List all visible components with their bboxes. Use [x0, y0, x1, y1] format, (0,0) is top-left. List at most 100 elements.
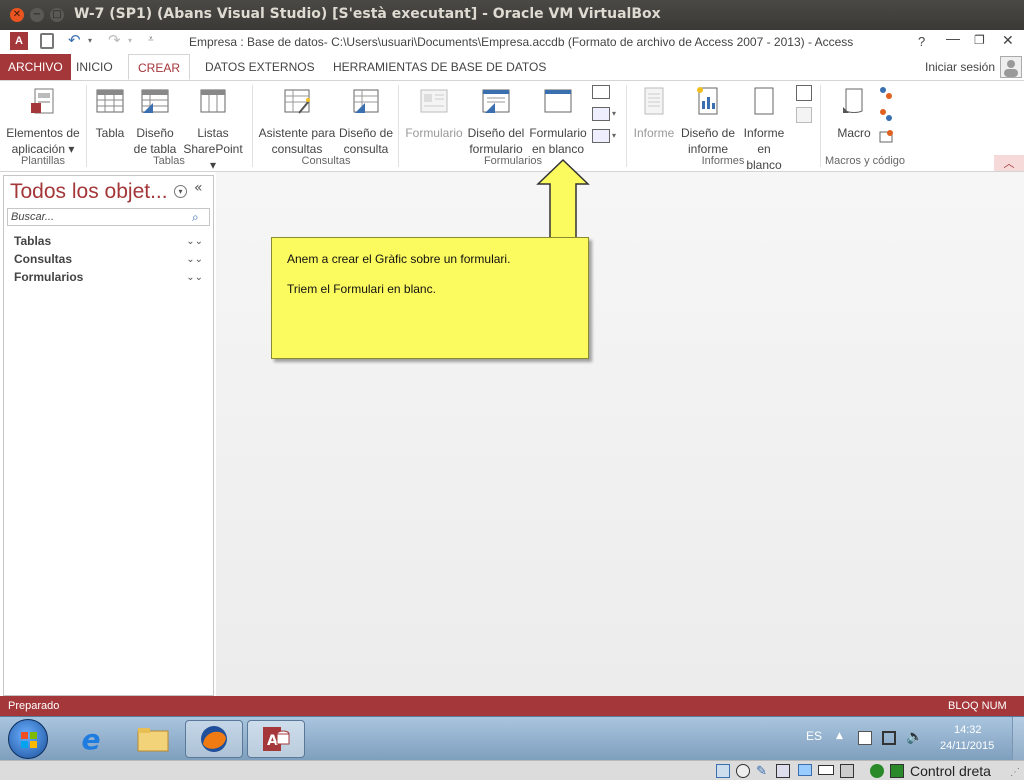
form-wizard-icon[interactable]	[592, 85, 610, 99]
nav-section-formularios[interactable]: Formularios	[14, 270, 83, 284]
recording-icon[interactable]	[840, 764, 854, 778]
taskbar-explorer[interactable]	[124, 720, 182, 758]
diseno-formulario-label: Diseño del formulario	[467, 126, 525, 156]
hard-disk-icon[interactable]	[716, 764, 730, 778]
save-icon[interactable]	[40, 33, 54, 49]
group-separator	[86, 85, 87, 167]
access-logo-icon: A	[10, 32, 28, 50]
group-plantillas: Plantillas	[20, 155, 66, 167]
group-separator	[252, 85, 253, 167]
diseno-consulta-button[interactable]: Diseño de consulta	[338, 83, 394, 157]
tab-archivo[interactable]: ARCHIVO	[0, 54, 71, 80]
visual-basic-icon[interactable]	[878, 129, 894, 145]
show-desktop-button[interactable]	[1012, 717, 1024, 761]
customize-qat-icon[interactable]: ⩡	[148, 34, 154, 45]
clock-time[interactable]: 14:32	[954, 724, 982, 736]
ribbon-tabs: ARCHIVO INICIO CREAR DATOS EXTERNOS HERR…	[0, 54, 1024, 80]
group-macros: Macros y código	[824, 155, 906, 167]
svg-text:A: A	[267, 733, 278, 749]
nav-section-tablas[interactable]: Tablas	[14, 234, 51, 248]
network-adapter-icon[interactable]	[776, 764, 790, 778]
elementos-aplicacion-label: Elementos de aplicación ▾	[6, 126, 80, 156]
more-forms-dropdown-icon[interactable]: ▾	[612, 131, 616, 140]
signin-link[interactable]: Iniciar sesión	[917, 54, 1003, 80]
language-indicator[interactable]: ES	[806, 729, 822, 743]
clock-date[interactable]: 24/11/2015	[940, 740, 994, 752]
nav-section-consultas[interactable]: Consultas	[14, 252, 72, 266]
resize-grip-icon[interactable]: ⋰	[1010, 767, 1020, 778]
search-icon[interactable]: ⌕	[192, 210, 199, 225]
expand-chevron-icon[interactable]: ⌄⌄	[186, 272, 203, 283]
show-hidden-icons-icon[interactable]: ▲	[836, 731, 843, 741]
mouse-integration-icon[interactable]	[890, 764, 904, 778]
nav-search-input[interactable]: Buscar...	[7, 208, 210, 226]
tab-crear[interactable]: CREAR	[128, 54, 190, 80]
quick-access-toolbar: A ↶ ▾ ↷ ▾ ⩡ Empresa : Base de datos- C:\…	[0, 30, 1024, 54]
table-design-icon	[141, 89, 169, 113]
labels-icon[interactable]	[796, 107, 812, 123]
undo-icon[interactable]: ↶	[68, 31, 81, 49]
close-window-button[interactable]: ✕	[10, 8, 24, 22]
volume-icon[interactable]: 🔈	[906, 729, 923, 745]
module-icon[interactable]	[878, 85, 894, 101]
navigation-icon[interactable]	[592, 107, 610, 121]
minimize-window-button[interactable]: −	[30, 8, 44, 22]
access-icon: A	[263, 727, 290, 751]
expand-chevron-icon[interactable]: ⌄⌄	[186, 236, 203, 247]
diseno-consulta-label: Diseño de consulta	[338, 126, 394, 156]
shared-folders-icon[interactable]	[798, 764, 812, 776]
expand-chevron-icon[interactable]: ⌄⌄	[186, 254, 203, 265]
formulario-button[interactable]: Formulario	[403, 83, 465, 141]
diseno-tabla-button[interactable]: Diseño de tabla	[132, 83, 178, 157]
informe-button[interactable]: Informe	[630, 83, 678, 141]
more-forms-icon[interactable]	[592, 129, 610, 143]
audio-icon[interactable]: ✎	[756, 763, 767, 779]
callout-line-1: Anem a crear el Gràfic sobre un formular…	[287, 252, 511, 266]
formulario-blanco-button[interactable]: Formulario en blanco	[528, 83, 588, 157]
tab-inicio[interactable]: INICIO	[68, 54, 121, 80]
diseno-informe-button[interactable]: Diseño de informe	[680, 83, 736, 157]
diseno-formulario-button[interactable]: Diseño del formulario	[466, 83, 526, 157]
help-button[interactable]: ?	[918, 34, 925, 49]
tab-herramientas[interactable]: HERRAMIENTAS DE BASE DE DATOS	[325, 54, 554, 80]
action-center-icon[interactable]	[858, 731, 872, 745]
display-icon[interactable]	[818, 765, 834, 775]
taskbar-firefox[interactable]	[185, 720, 243, 758]
class-module-icon[interactable]	[878, 107, 894, 123]
group-separator	[398, 85, 399, 167]
redo-dropdown-icon[interactable]: ▾	[128, 36, 132, 45]
formulario-blanco-label: Formulario en blanco	[529, 126, 587, 156]
windows-logo-icon	[21, 732, 37, 748]
group-consultas: Consultas	[301, 155, 351, 167]
nav-pane-title[interactable]: Todos los objet...	[10, 180, 168, 204]
restore-app-button[interactable]: ❐	[974, 33, 985, 47]
taskbar-access[interactable]: A	[247, 720, 305, 758]
elementos-aplicacion-button[interactable]: Elementos de aplicación ▾	[4, 83, 82, 157]
blank-form-icon	[544, 89, 572, 113]
nav-menu-icon[interactable]: ▾	[174, 185, 187, 198]
tab-datos-externos[interactable]: DATOS EXTERNOS	[197, 54, 323, 80]
taskbar-internet-explorer[interactable]: e	[62, 720, 120, 758]
maximize-window-button[interactable]: □	[50, 8, 64, 22]
navigation-dropdown-icon[interactable]: ▾	[612, 109, 616, 118]
macro-button[interactable]: Macro	[832, 83, 876, 141]
status-text: Preparado	[8, 700, 60, 712]
report-wizard-icon[interactable]	[796, 85, 812, 101]
optical-drive-icon[interactable]	[736, 764, 750, 778]
user-avatar[interactable]	[1000, 56, 1022, 78]
tabla-label: Tabla	[95, 126, 125, 140]
minimize-app-button[interactable]: —	[946, 30, 960, 46]
redo-icon[interactable]: ↷	[108, 31, 121, 49]
blank-report-icon	[754, 87, 774, 115]
collapse-ribbon-icon[interactable]: ︿	[994, 155, 1024, 171]
close-app-button[interactable]: ✕	[1002, 32, 1014, 49]
tabla-button[interactable]: Tabla	[92, 83, 128, 141]
tutorial-callout: Anem a crear el Gràfic sobre un formular…	[271, 237, 589, 359]
start-button[interactable]	[8, 719, 48, 759]
undo-dropdown-icon[interactable]: ▾	[88, 36, 92, 45]
shutter-bar-icon[interactable]: «	[194, 180, 203, 196]
asistente-consultas-button[interactable]: Asistente para consultas	[258, 83, 336, 157]
network-icon[interactable]	[882, 731, 896, 745]
group-separator	[820, 85, 821, 167]
cpu-activity-icon[interactable]	[870, 764, 884, 778]
